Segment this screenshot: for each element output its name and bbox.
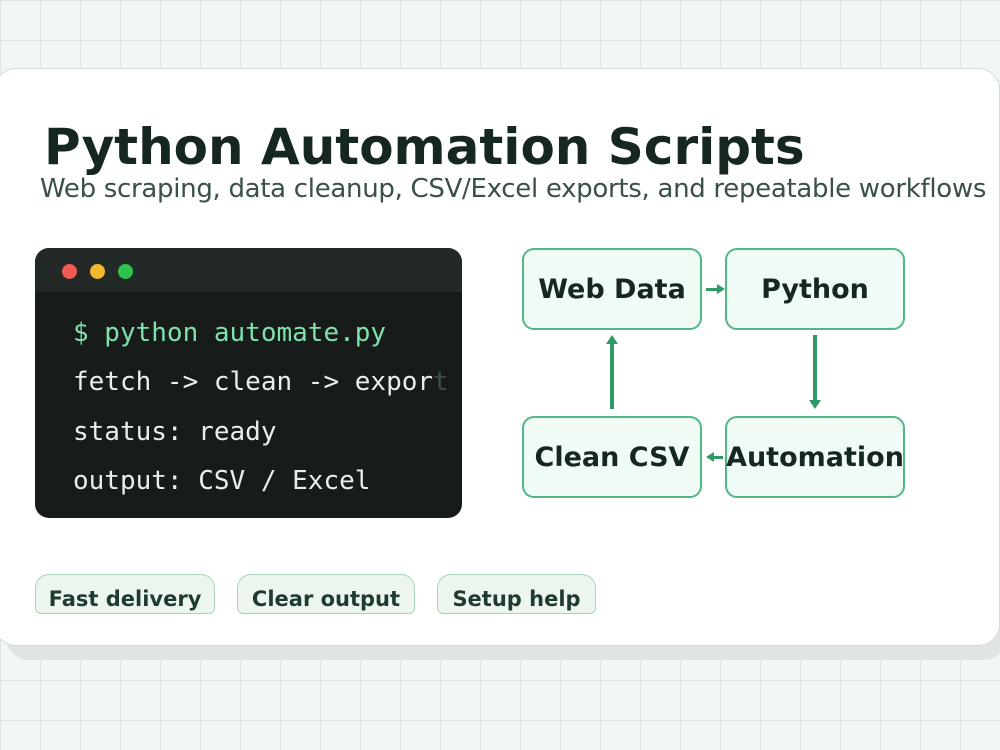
terminal-window: $ python automate.py fetch -> clean -> e…	[35, 248, 462, 518]
terminal-titlebar	[35, 248, 462, 292]
page-title: Python Automation Scripts	[44, 118, 805, 176]
flow-node-python: Python	[725, 248, 905, 330]
terminal-pipeline-tail: t	[433, 367, 449, 397]
terminal-output-line: output: CSV / Excel	[73, 466, 371, 496]
badge-setup-help: Setup help	[437, 574, 596, 614]
page-subtitle: Web scraping, data cleanup, CSV/Excel ex…	[40, 174, 987, 204]
arrow-python-to-automation	[809, 335, 821, 409]
badge-fast-delivery: Fast delivery	[35, 574, 215, 614]
badge-clear-output: Clear output	[237, 574, 415, 614]
minimize-dot-icon	[90, 264, 105, 279]
terminal-pipeline-line: fetch -> clean -> export	[73, 367, 449, 397]
maximize-dot-icon	[118, 264, 133, 279]
terminal-status-line: status: ready	[73, 417, 277, 447]
flow-node-web-data: Web Data	[522, 248, 702, 330]
flow-node-clean-csv: Clean CSV	[522, 416, 702, 498]
flow-node-automation: Automation	[725, 416, 905, 498]
terminal-pipeline-text: fetch -> clean -> expor	[73, 367, 434, 397]
arrow-web-data-to-python	[706, 284, 725, 294]
close-dot-icon	[62, 264, 77, 279]
arrow-automation-to-clean-csv	[706, 452, 723, 462]
arrow-clean-csv-to-web-data	[606, 335, 618, 409]
terminal-command-line: $ python automate.py	[73, 318, 387, 348]
